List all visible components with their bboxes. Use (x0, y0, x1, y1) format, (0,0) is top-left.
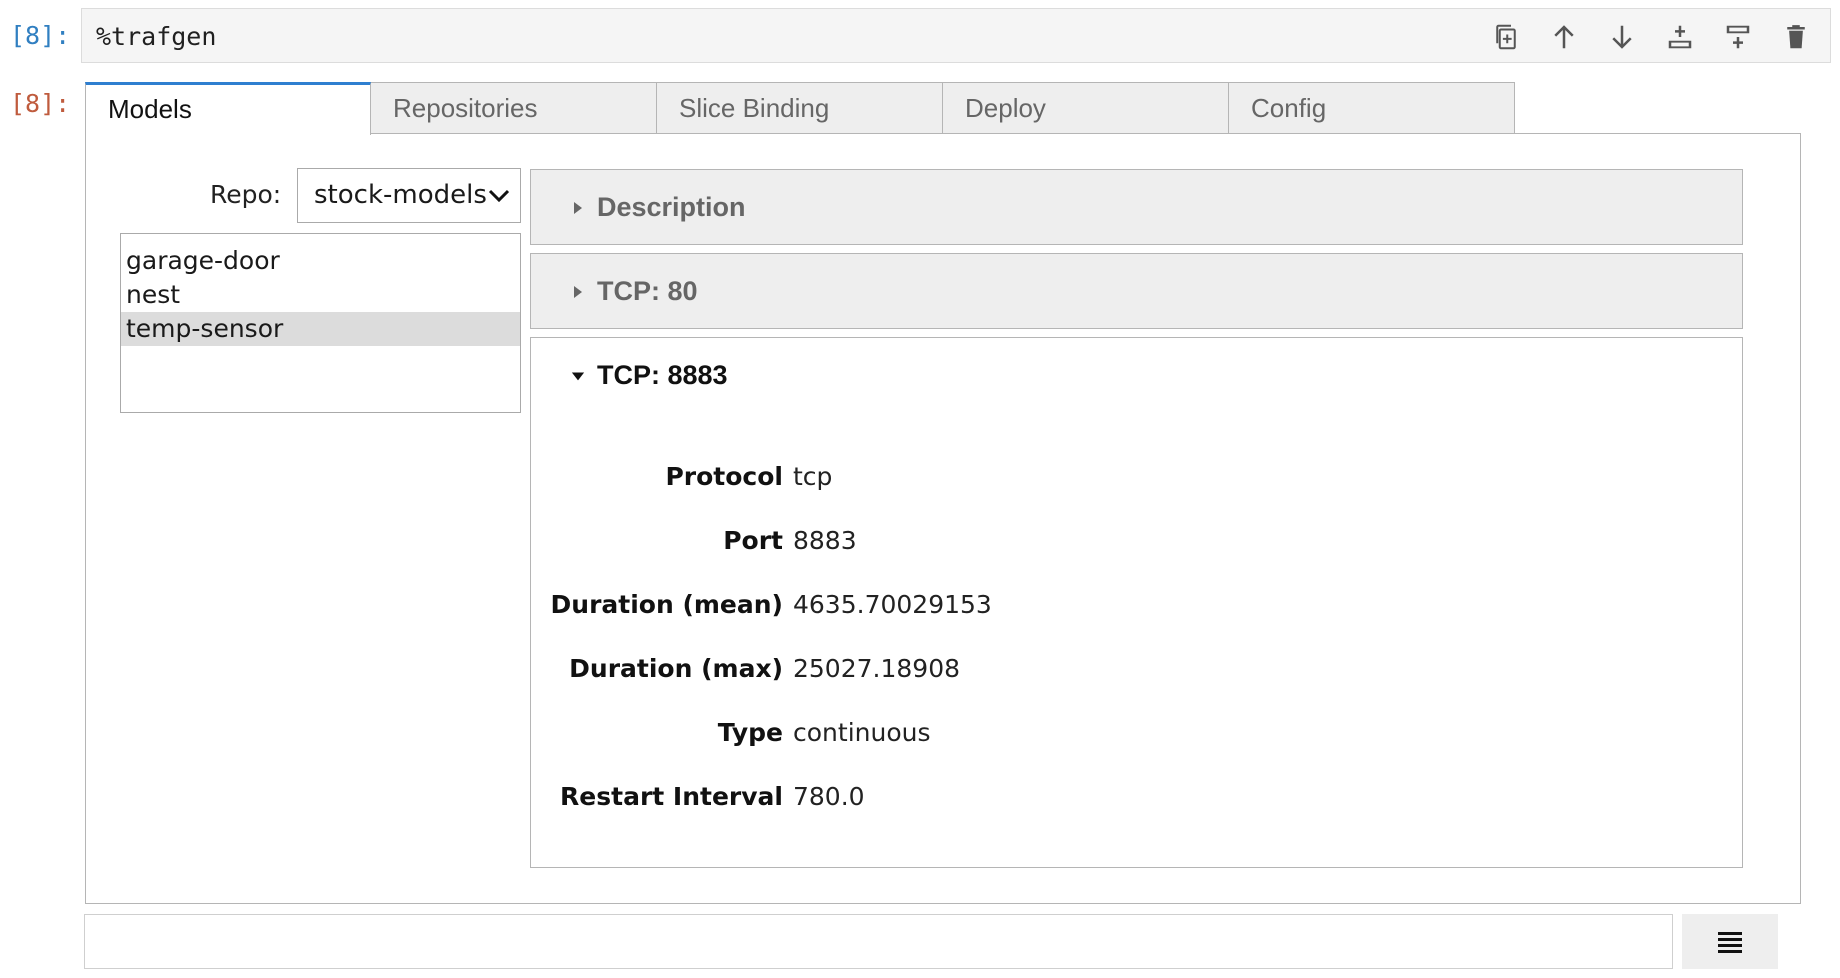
caret-right-icon (574, 285, 582, 298)
model-list[interactable]: garage-door nest temp-sensor (120, 233, 521, 413)
property-key: Protocol (665, 461, 783, 491)
accordion-title: TCP: 8883 (597, 360, 728, 390)
output-prompt: [8]: (10, 89, 71, 118)
insert-above-icon (1726, 25, 1750, 49)
property-value: tcp (793, 461, 833, 491)
repo-label: Repo: (210, 180, 282, 209)
property-row: Port 8883 (531, 520, 857, 560)
duplicate-cell-button[interactable] (1486, 21, 1526, 53)
property-value: 8883 (793, 525, 857, 555)
caret-down-icon (571, 372, 585, 380)
trash-icon (1787, 25, 1805, 49)
accordion-header[interactable]: TCP: 80 (571, 276, 698, 307)
property-value: 25027.18908 (793, 653, 961, 683)
arrow-down-icon (1612, 25, 1632, 49)
list-item[interactable]: nest (121, 278, 520, 312)
tab-slice-binding[interactable]: Slice Binding (657, 82, 943, 134)
accordion-tcp-80[interactable]: TCP: 80 (530, 253, 1743, 329)
property-row: Type continuous (531, 712, 931, 752)
accordion-tcp-8883: TCP: 8883 Protocol tcp Port 8883 Duratio… (530, 337, 1743, 868)
accordion-title: Description (597, 192, 746, 222)
arrow-up-icon (1554, 25, 1574, 49)
property-row: Protocol tcp (531, 456, 832, 496)
move-cell-down-button[interactable] (1602, 21, 1642, 53)
tab-config[interactable]: Config (1229, 82, 1515, 134)
property-key: Duration (mean) (550, 589, 783, 619)
accordion-header[interactable]: Description (571, 192, 746, 223)
property-row: Duration (mean) 4635.70029153 (531, 584, 992, 624)
tab-repositories[interactable]: Repositories (371, 82, 657, 134)
input-prompt: [8]: (10, 21, 71, 50)
repo-select-value: stock-models (314, 180, 487, 210)
list-item[interactable]: garage-door (121, 244, 520, 278)
output-text-input[interactable] (84, 914, 1673, 969)
list-item[interactable]: temp-sensor (121, 312, 520, 346)
property-key: Restart Interval (560, 781, 783, 811)
move-cell-up-button[interactable] (1544, 21, 1584, 53)
duplicate-icon (1496, 24, 1516, 50)
accordion-description[interactable]: Description (530, 169, 1743, 245)
property-key: Duration (max) (569, 653, 783, 683)
insert-cell-below-button[interactable] (1660, 21, 1700, 53)
property-value: 4635.70029153 (793, 589, 992, 619)
insert-cell-above-button[interactable] (1718, 21, 1758, 53)
property-value: 780.0 (793, 781, 865, 811)
property-key: Port (723, 525, 783, 555)
caret-right-icon (574, 201, 582, 214)
cell-toolbar (1486, 21, 1816, 53)
property-row: Duration (max) 25027.18908 (531, 648, 960, 688)
insert-below-icon (1668, 25, 1692, 49)
property-row: Restart Interval 780.0 (531, 776, 865, 816)
property-value: continuous (793, 717, 931, 747)
code-text[interactable]: %trafgen (96, 22, 216, 51)
delete-cell-button[interactable] (1776, 21, 1816, 53)
hamburger-menu-icon (1718, 931, 1742, 953)
output-menu-button[interactable] (1682, 914, 1778, 969)
tab-deploy[interactable]: Deploy (943, 82, 1229, 134)
code-cell[interactable]: %trafgen (81, 8, 1831, 63)
chevron-down-icon (488, 189, 510, 203)
accordion-title: TCP: 80 (597, 276, 698, 306)
property-key: Type (717, 717, 783, 747)
tab-bar: Models Repositories Slice Binding Deploy… (85, 82, 1515, 135)
repo-select[interactable]: stock-models (297, 168, 521, 223)
tab-models[interactable]: Models (85, 82, 371, 135)
accordion-header[interactable]: TCP: 8883 (571, 360, 728, 391)
